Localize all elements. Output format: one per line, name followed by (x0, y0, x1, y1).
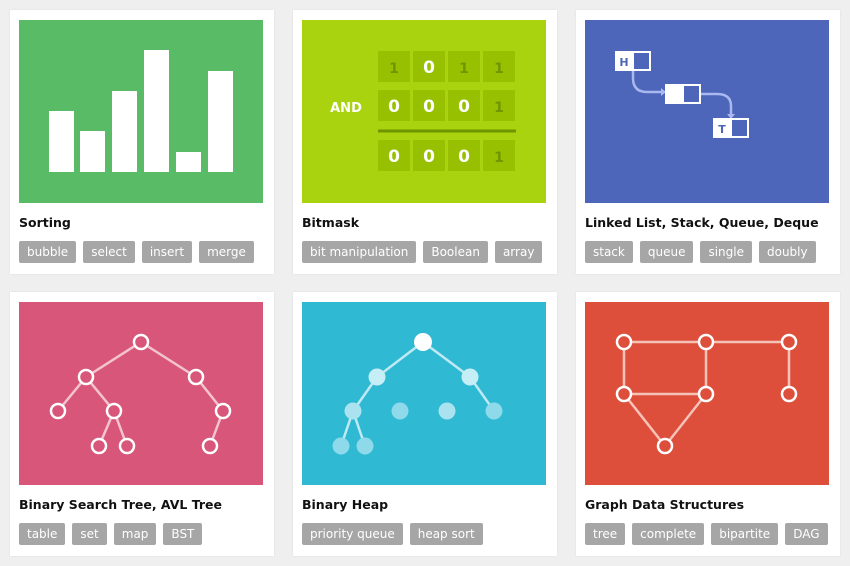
tag[interactable]: array (494, 241, 543, 263)
bar (176, 152, 201, 172)
tag[interactable]: bipartite (711, 523, 779, 545)
heap-node (368, 368, 386, 386)
tag-list: stack queue single doubly (585, 241, 816, 263)
tag[interactable]: single (700, 241, 752, 263)
node (90, 437, 108, 455)
tag[interactable]: bit manipulation (302, 241, 417, 263)
sorting-illustration[interactable] (19, 20, 263, 203)
node (615, 385, 633, 403)
node (132, 333, 150, 351)
bit-value: 0 (458, 147, 470, 167)
linked-list-illustration[interactable]: HT (585, 20, 829, 203)
bit-value: 0 (423, 147, 435, 167)
tag-list: table set map BST (19, 523, 203, 545)
graph-illustration[interactable] (585, 302, 829, 485)
binary-heap-illustration[interactable] (302, 302, 546, 485)
node (187, 368, 205, 386)
edge (664, 393, 707, 447)
head-label: H (619, 56, 628, 69)
card-title[interactable]: Sorting (19, 215, 71, 230)
link-arrow (631, 71, 662, 94)
bar (112, 91, 137, 172)
node (697, 333, 715, 351)
card-linked-list[interactable]: H T Linked List, Stack, Queue, Deque stack q… (576, 10, 840, 274)
node (656, 437, 674, 455)
node (615, 333, 633, 351)
bst-illustration[interactable] (19, 302, 263, 485)
tag[interactable]: complete (632, 523, 705, 545)
card-title[interactable]: Bitmask (302, 215, 359, 230)
edge (623, 393, 666, 447)
bit-value: 0 (423, 58, 435, 78)
bit-value: 1 (494, 150, 504, 166)
bit-value: 0 (388, 97, 400, 117)
bar (49, 111, 74, 172)
tag[interactable]: DAG (785, 523, 828, 545)
bitmask-illustration[interactable]: AND 1 0 1 1 0 0 0 1 0 0 0 1 (302, 20, 546, 203)
link-arrow (701, 92, 733, 116)
tag[interactable]: stack (585, 241, 633, 263)
edge (85, 340, 142, 379)
node (105, 402, 123, 420)
tag[interactable]: Boolean (423, 241, 488, 263)
tag-list: bubble select insert merge (19, 241, 254, 263)
heap-node (438, 402, 456, 420)
card-title[interactable]: Linked List, Stack, Queue, Deque (585, 215, 819, 230)
node (214, 402, 232, 420)
tag[interactable]: bubble (19, 241, 77, 263)
heap-node (391, 402, 409, 420)
bit-value: 0 (388, 147, 400, 167)
heap-node (414, 333, 432, 351)
card-title[interactable]: Graph Data Structures (585, 497, 744, 512)
node (49, 402, 67, 420)
node (77, 368, 95, 386)
edge (140, 340, 197, 379)
bar (144, 50, 169, 172)
operator-label: AND (330, 101, 362, 116)
tag[interactable]: BST (163, 523, 203, 545)
tag-list: bit manipulation Boolean array (302, 241, 543, 263)
tag[interactable]: set (72, 523, 107, 545)
heap-node (344, 402, 362, 420)
card-binary-heap[interactable]: Binary Heap priority queue heap sort (293, 292, 557, 556)
node (780, 333, 798, 351)
bar (208, 71, 233, 172)
node (697, 385, 715, 403)
bit-value: 1 (494, 61, 504, 77)
card-bitmask[interactable]: AND 1 0 1 1 0 0 0 1 0 0 0 1 Bitmask bit manipulation Bo… (293, 10, 557, 274)
tag[interactable]: tree (585, 523, 626, 545)
tag-list: tree complete bipartite DAG (585, 523, 828, 545)
card-title[interactable]: Binary Heap (302, 497, 388, 512)
tag[interactable]: insert (141, 241, 193, 263)
bit-value: 0 (458, 97, 470, 117)
tag[interactable]: table (19, 523, 66, 545)
tag[interactable]: select (83, 241, 135, 263)
node (201, 437, 219, 455)
card-title[interactable]: Binary Search Tree, AVL Tree (19, 497, 222, 512)
bar (80, 131, 105, 172)
tag-list: priority queue heap sort (302, 523, 483, 545)
bit-value: 1 (494, 100, 504, 116)
tag[interactable]: queue (639, 241, 694, 263)
node (118, 437, 136, 455)
tag[interactable]: merge (199, 241, 254, 263)
bit-value: 1 (459, 61, 469, 77)
tag[interactable]: heap sort (409, 523, 483, 545)
card-sorting[interactable]: Sorting bubble select insert merge (10, 10, 274, 274)
tag[interactable]: priority queue (302, 523, 403, 545)
card-graph[interactable]: Graph Data Structures tree complete biparti… (576, 292, 840, 556)
heap-node (356, 437, 374, 455)
node (780, 385, 798, 403)
card-bst[interactable]: Binary Search Tree, AVL Tree table set map B… (10, 292, 274, 556)
tail-label: T (718, 123, 726, 136)
heap-node (332, 437, 350, 455)
tag[interactable]: map (113, 523, 157, 545)
bit-value: 1 (389, 61, 399, 77)
bit-value: 0 (423, 97, 435, 117)
heap-node (461, 368, 479, 386)
tag[interactable]: doubly (758, 241, 816, 263)
heap-node (485, 402, 503, 420)
